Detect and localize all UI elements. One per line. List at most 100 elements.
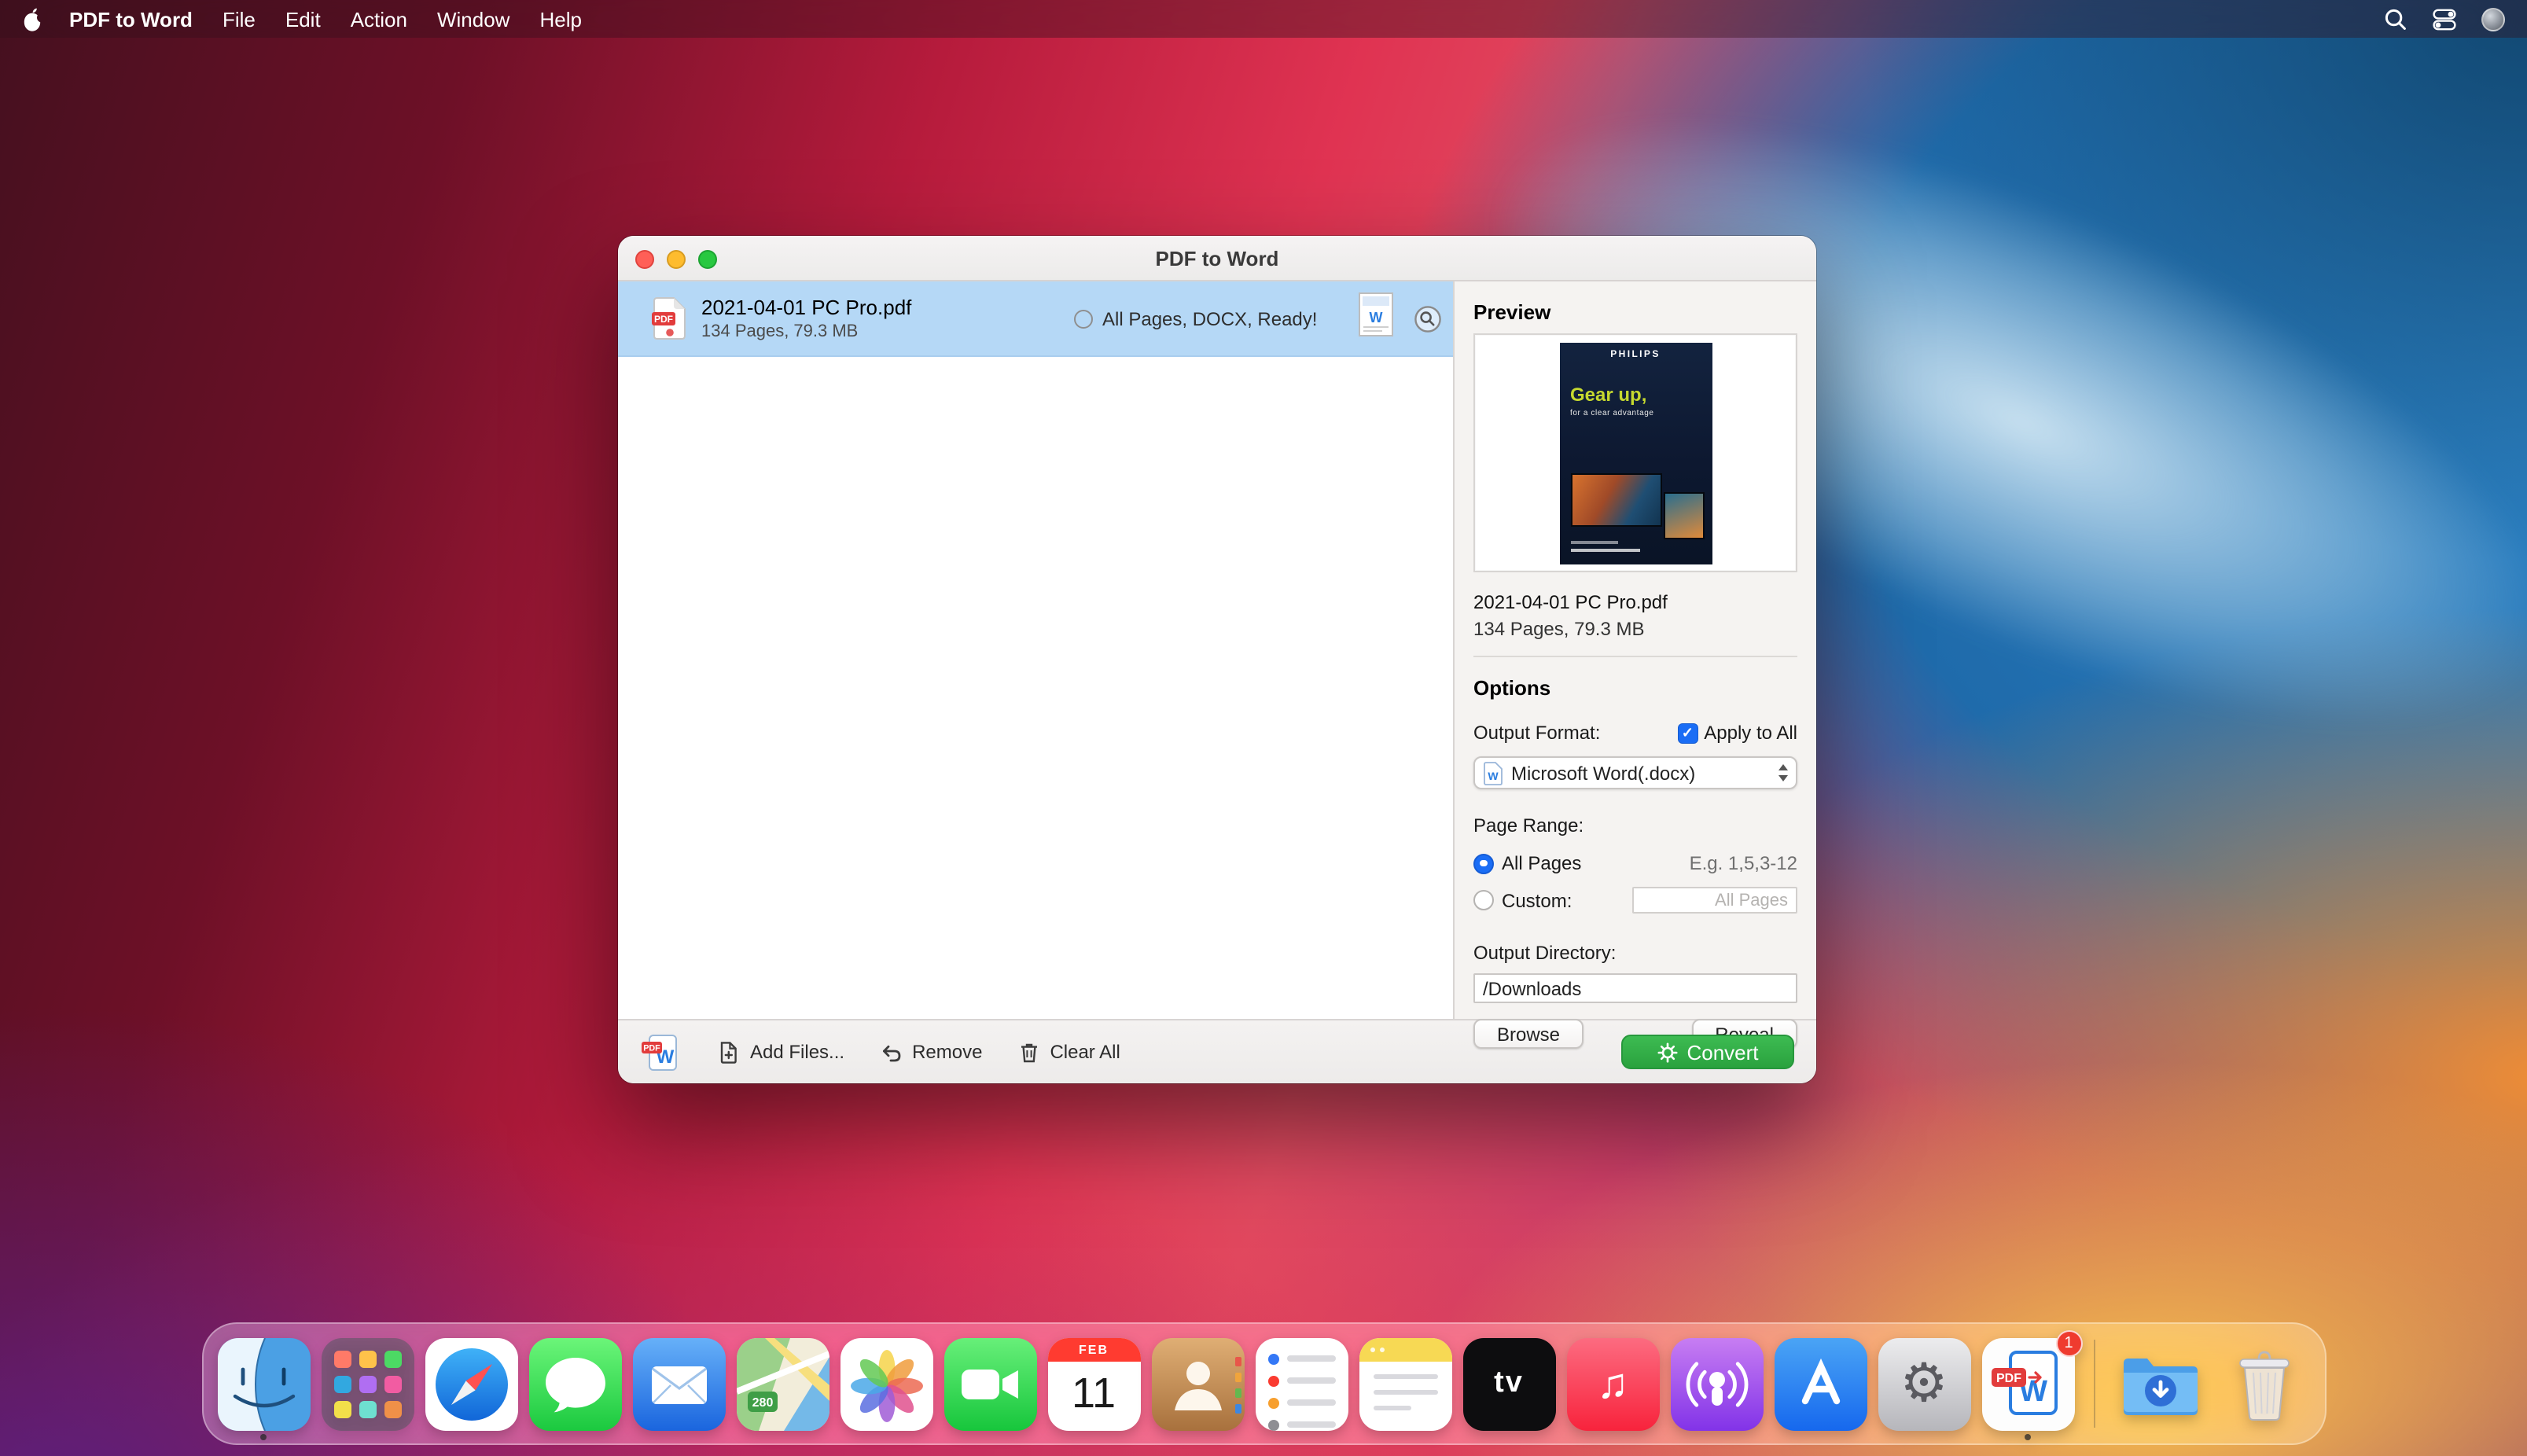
menu-item-help[interactable]: Help — [539, 7, 582, 31]
output-directory-input[interactable] — [1473, 973, 1797, 1003]
apply-to-all-checkbox[interactable] — [1677, 722, 1698, 743]
dock-safari-icon[interactable] — [425, 1337, 517, 1430]
pdf-to-word-window: PDF to Word PDF 2021- — [618, 236, 1816, 1083]
close-button[interactable] — [635, 249, 654, 268]
apply-to-all-label: Apply to All — [1704, 722, 1797, 744]
add-files-button[interactable]: Add Files... — [717, 1040, 844, 1064]
output-format-label: Output Format: — [1473, 722, 1600, 744]
range-example-hint: E.g. 1,5,3-12 — [1690, 852, 1797, 874]
magazine-cover: PHILIPS Gear up, for a clear advantage — [1559, 342, 1712, 564]
preview-label: Preview — [1473, 300, 1797, 324]
menu-item-edit[interactable]: Edit — [285, 7, 321, 31]
spotlight-search-icon[interactable] — [2384, 7, 2407, 31]
quicklook-magnifier-button[interactable] — [1414, 304, 1442, 333]
all-pages-radio[interactable] — [1473, 853, 1494, 873]
custom-range-input[interactable] — [1632, 887, 1797, 914]
minimize-button[interactable] — [667, 249, 686, 268]
dock-trash-icon[interactable] — [2217, 1337, 2310, 1430]
window-title: PDF to Word — [1156, 246, 1279, 270]
add-file-icon — [717, 1040, 741, 1064]
file-name: 2021-04-01 PC Pro.pdf — [701, 296, 1074, 319]
running-indicator — [2025, 1433, 2031, 1439]
output-directory-label: Output Directory: — [1473, 942, 1797, 964]
status-text: All Pages, DOCX, Ready! — [1102, 307, 1317, 329]
convert-label: Convert — [1687, 1040, 1758, 1064]
dock-messages-icon[interactable] — [528, 1337, 621, 1430]
dock-music-icon[interactable] — [1566, 1337, 1659, 1430]
dock-calendar-icon[interactable]: FEB 11 — [1047, 1337, 1140, 1430]
dock-contacts-icon[interactable] — [1151, 1337, 1244, 1430]
dock-pdf-to-word-icon[interactable]: W PDF 1 — [1981, 1337, 2074, 1430]
remove-icon — [879, 1040, 903, 1064]
clear-all-button[interactable]: Clear All — [1017, 1040, 1120, 1064]
apply-to-all-control[interactable]: Apply to All — [1677, 722, 1797, 744]
remove-label: Remove — [912, 1041, 982, 1063]
file-meta: 134 Pages, 79.3 MB — [701, 322, 1074, 341]
dock-app-store-icon[interactable] — [1774, 1337, 1867, 1430]
menu-bar: PDF to Word File Edit Action Window Help — [0, 0, 2527, 38]
dock-facetime-icon[interactable] — [943, 1337, 1036, 1430]
dock-system-preferences-icon[interactable] — [1878, 1337, 1970, 1430]
add-files-label: Add Files... — [750, 1041, 844, 1063]
dock: 280 — [201, 1322, 2326, 1445]
cover-headline: Gear up, — [1570, 383, 1712, 405]
pdf-file-icon: PDF — [651, 296, 687, 341]
options-label: Options — [1473, 676, 1797, 700]
dock-maps-icon[interactable]: 280 — [736, 1337, 829, 1430]
progress-circle-icon — [1074, 309, 1093, 328]
menu-item-action[interactable]: Action — [351, 7, 407, 31]
dock-pdf-letters: PDF — [1995, 1371, 2021, 1384]
dock-mail-icon[interactable] — [632, 1337, 725, 1430]
dock-finder-icon[interactable] — [217, 1337, 310, 1430]
zoom-window-button[interactable] — [698, 249, 717, 268]
browse-button[interactable]: Browse — [1473, 1019, 1584, 1049]
dock-notes-icon[interactable] — [1359, 1337, 1451, 1430]
dock-launchpad-icon[interactable] — [321, 1337, 414, 1430]
format-value: Microsoft Word(.docx) — [1511, 762, 1766, 784]
menu-extra-icon[interactable] — [2481, 7, 2505, 31]
word-thumb-letter: W — [1370, 310, 1383, 325]
file-status: All Pages, DOCX, Ready! — [1074, 307, 1317, 329]
window-titlebar[interactable]: PDF to Word — [618, 236, 1816, 281]
cover-monitor-image-2 — [1663, 491, 1704, 539]
file-row[interactable]: PDF 2021-04-01 PC Pro.pdf 134 Pages, 79.… — [618, 281, 1453, 357]
dock-separator — [2093, 1340, 2095, 1428]
cover-text-line-2 — [1570, 540, 1617, 543]
dock-photos-icon[interactable] — [840, 1337, 932, 1430]
running-indicator — [260, 1433, 267, 1439]
preview-thumbnail: PHILIPS Gear up, for a clear advantage — [1473, 333, 1797, 572]
menubar-app-name[interactable]: PDF to Word — [69, 7, 193, 31]
calendar-day: 11 — [1047, 1358, 1140, 1430]
trash-icon — [1017, 1040, 1040, 1064]
menu-item-window[interactable]: Window — [437, 7, 510, 31]
word-file-icon: W — [1483, 760, 1503, 785]
dock-podcasts-icon[interactable] — [1670, 1337, 1763, 1430]
file-info: 2021-04-01 PC Pro.pdf 134 Pages, 79.3 MB — [701, 296, 1074, 341]
dock-tv-icon[interactable]: tv — [1462, 1337, 1555, 1430]
menu-item-file[interactable]: File — [223, 7, 256, 31]
select-stepper-icon — [1772, 765, 1788, 781]
word-icon-letter: W — [1488, 769, 1499, 781]
dock-downloads-folder-icon[interactable] — [2113, 1337, 2206, 1430]
convert-gear-icon — [1657, 1042, 1677, 1062]
apple-menu-icon[interactable] — [22, 7, 42, 31]
sidebar-file-name: 2021-04-01 PC Pro.pdf — [1473, 591, 1797, 613]
dock-reminders-icon[interactable] — [1255, 1337, 1348, 1430]
remove-button[interactable]: Remove — [879, 1040, 982, 1064]
music-note-icon — [1597, 1359, 1629, 1408]
sidebar-divider — [1473, 656, 1797, 657]
cover-text-line — [1570, 548, 1639, 551]
control-center-icon[interactable] — [2433, 7, 2456, 31]
cover-brand: PHILIPS — [1559, 350, 1712, 359]
logo-pdf-letters: PDF — [643, 1043, 660, 1053]
convert-button[interactable]: Convert — [1621, 1035, 1794, 1069]
all-pages-label: All Pages — [1502, 852, 1581, 874]
clear-all-label: Clear All — [1050, 1041, 1120, 1063]
maps-route-badge: 280 — [752, 1395, 773, 1409]
custom-range-radio[interactable] — [1473, 890, 1494, 910]
custom-label: Custom: — [1502, 889, 1572, 911]
desktop: PDF to Word File Edit Action Window Help… — [0, 0, 2527, 1456]
pdf-icon-label: PDF — [654, 314, 673, 325]
output-format-select[interactable]: W Microsoft Word(.docx) — [1473, 756, 1797, 789]
word-doc-thumbnail: W — [1359, 292, 1393, 344]
